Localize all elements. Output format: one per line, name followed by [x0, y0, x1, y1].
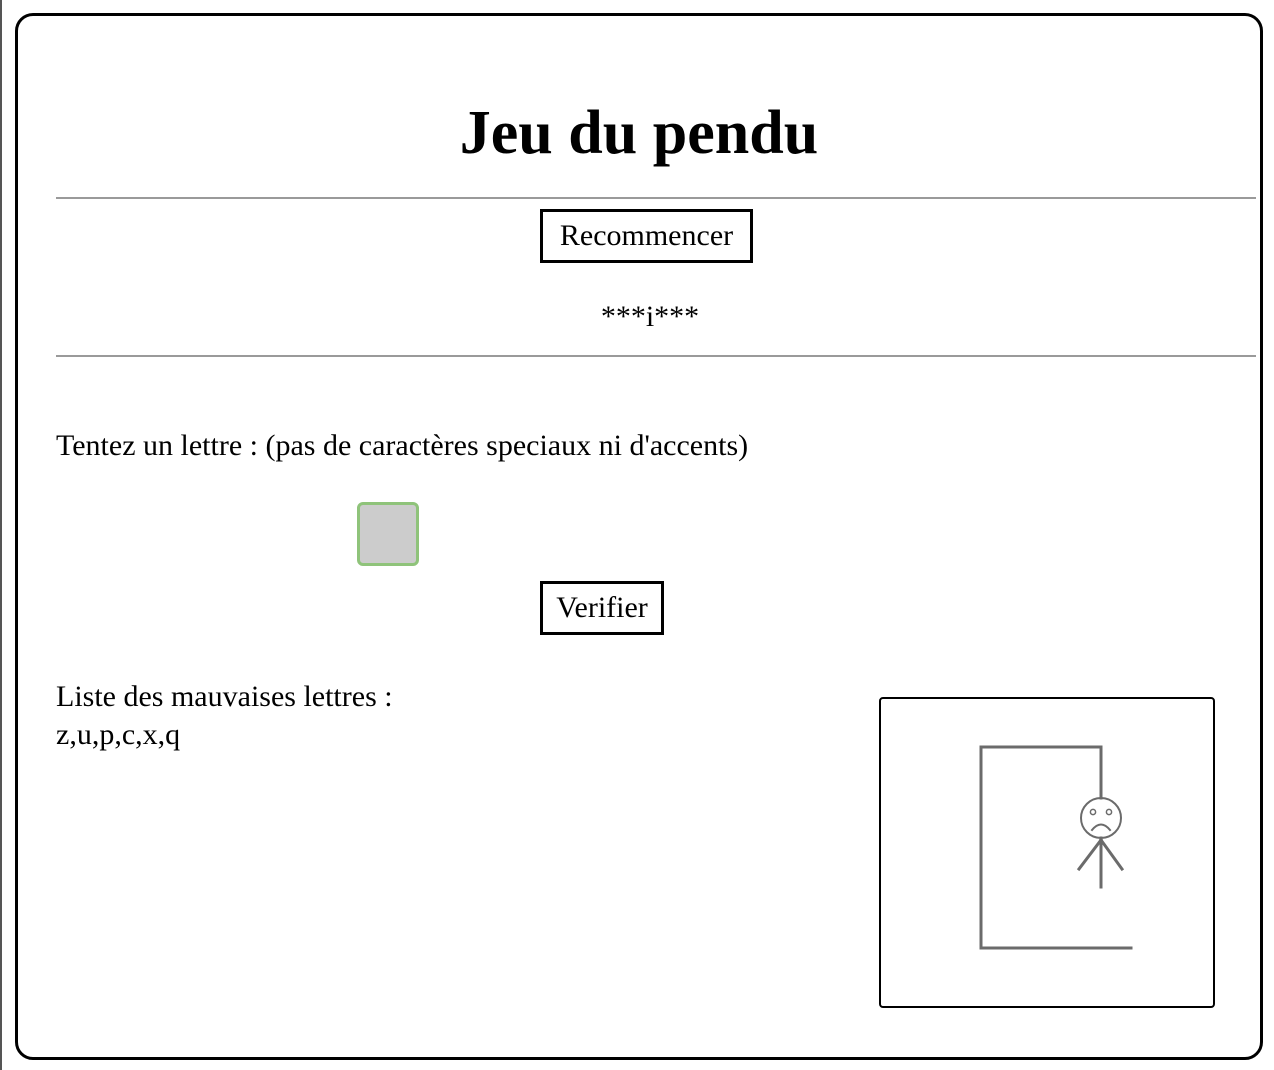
hangman-left-eye — [1089, 808, 1097, 816]
letter-input[interactable] — [357, 502, 419, 566]
masked-word: ***i*** — [600, 300, 700, 333]
hangman-left-arm — [1076, 837, 1104, 872]
hangman-drawing-panel — [879, 697, 1215, 1008]
bottom-divider — [56, 355, 1256, 357]
wrong-letters-label: Liste des mauvaises lettres : — [56, 680, 393, 713]
hangman-sad-mouth — [1090, 823, 1112, 832]
window-left-edge — [0, 0, 2, 1070]
page-title: Jeu du pendu — [459, 99, 819, 167]
hangman-drawing — [979, 745, 1133, 950]
verify-button[interactable]: Verifier — [540, 581, 664, 635]
top-divider — [56, 197, 1256, 199]
hangman-right-arm — [1098, 837, 1125, 872]
letter-prompt: Tentez un lettre : (pas de caractères sp… — [56, 429, 749, 462]
hangman-head — [1080, 797, 1122, 839]
hangman-right-eye — [1105, 808, 1113, 816]
wrong-letters-list: z,u,p,c,x,q — [56, 718, 181, 751]
restart-button[interactable]: Recommencer — [540, 209, 753, 263]
